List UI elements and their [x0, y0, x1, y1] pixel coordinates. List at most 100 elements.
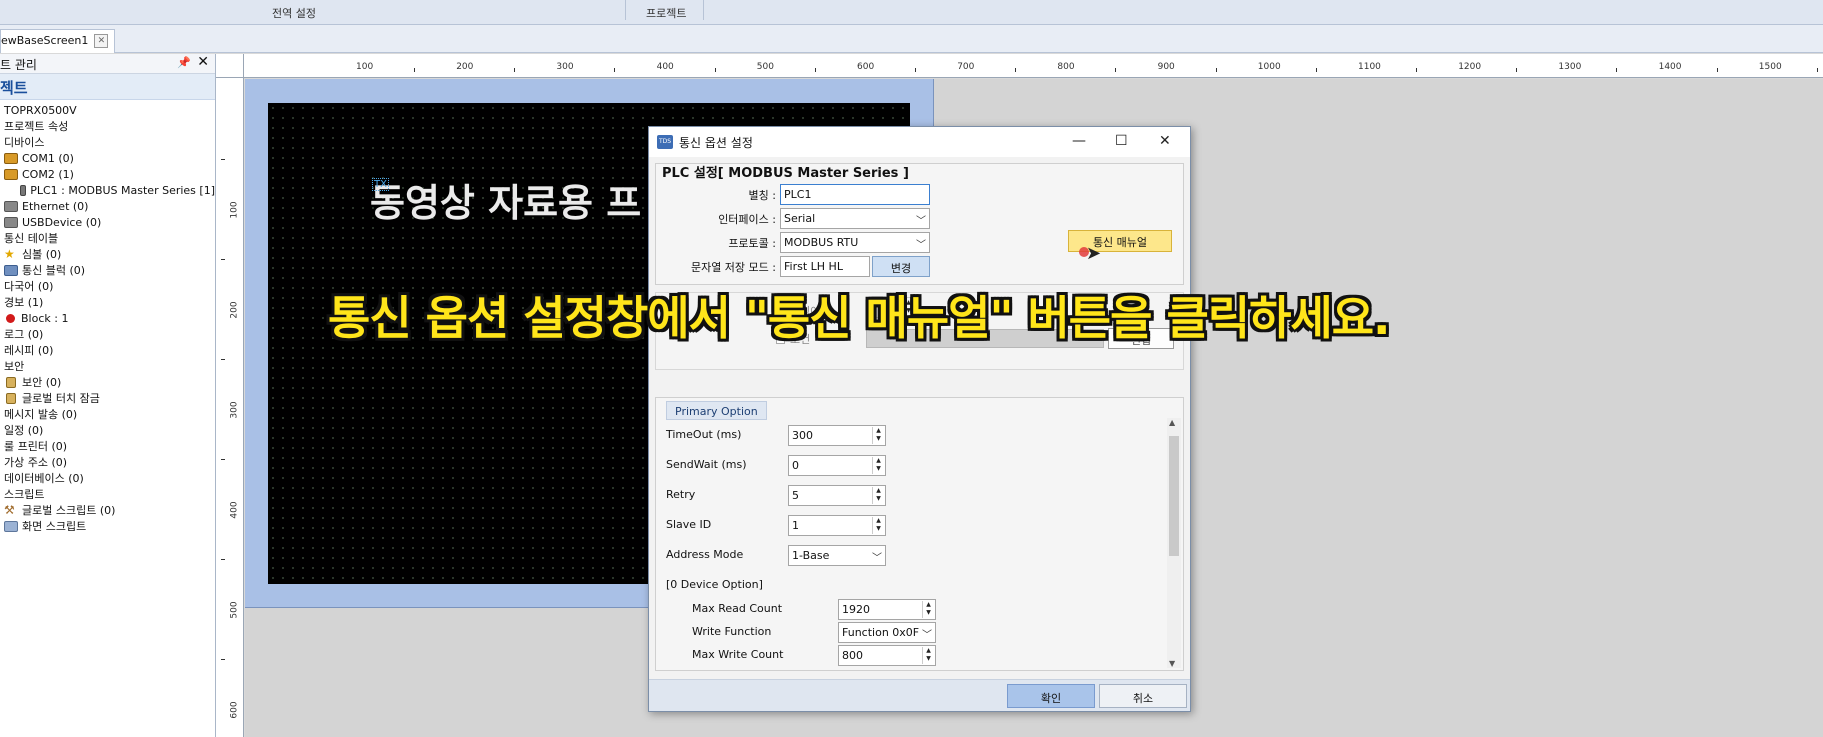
- ribbon-group-global-settings[interactable]: 전역 설정: [272, 5, 316, 21]
- tree-item[interactable]: 다국어 (0): [0, 278, 215, 294]
- tree-item[interactable]: PLC1 : MODBUS Master Series [1]: [0, 182, 215, 198]
- option-label: Max Write Count: [692, 648, 784, 661]
- option-spin-input[interactable]: 5 ▲ ▼: [788, 485, 886, 506]
- ruler-label: 900: [1157, 62, 1175, 72]
- tree-item[interactable]: 레시피 (0): [0, 342, 215, 358]
- option-spin-input[interactable]: 0 ▲ ▼: [788, 455, 886, 476]
- tree-item[interactable]: 디바이스: [0, 134, 215, 150]
- tree-item-label: 보안 (0): [22, 376, 62, 389]
- alarm-dot-icon: [6, 313, 15, 323]
- options-scrollbar[interactable]: ▲ ▼: [1167, 418, 1181, 668]
- string-mode-row: 문자열 저장 모드 : First LH HL 변경: [656, 256, 930, 277]
- tab-primary-option[interactable]: Primary Option: [666, 401, 767, 420]
- change-button[interactable]: 변경: [872, 256, 930, 277]
- ok-button[interactable]: 확인: [1007, 684, 1095, 708]
- maximize-icon[interactable]: ☐: [1115, 133, 1128, 149]
- tree-item[interactable]: USBDevice (0): [0, 214, 215, 230]
- option-value: Function 0x0F: [842, 626, 920, 639]
- tree-item[interactable]: 글로벌 터치 잠금: [0, 390, 215, 406]
- ruler-tick: [714, 68, 716, 72]
- canvas-text-object[interactable]: 동영상 자료용 프: [370, 172, 641, 227]
- scroll-up-icon[interactable]: ▲: [1169, 418, 1175, 427]
- tree-item[interactable]: 룰 프린터 (0): [0, 438, 215, 454]
- spin-arrows-icon[interactable]: ▲ ▼: [872, 487, 884, 504]
- ribbon-group-project[interactable]: 프로젝트: [646, 5, 686, 21]
- option-label: Retry: [666, 488, 696, 501]
- tree-item[interactable]: 경보 (1): [0, 294, 215, 310]
- tree-item[interactable]: COM2 (1): [0, 166, 215, 182]
- tree-item[interactable]: 메시지 발송 (0): [0, 406, 215, 422]
- option-spin-input[interactable]: 300 ▲ ▼: [788, 425, 886, 446]
- dialog-titlebar: TDS 통신 옵션 설정 — ☐ ✕: [649, 127, 1190, 157]
- option-select[interactable]: 1-Base ﹀: [788, 545, 886, 566]
- interface-select[interactable]: Serial ﹀: [780, 208, 930, 229]
- tree-item[interactable]: 통신 테이블: [0, 230, 215, 246]
- lock-icon: [6, 392, 16, 404]
- panel-close-icon[interactable]: ✕: [197, 54, 209, 70]
- scroll-thumb[interactable]: [1169, 436, 1179, 556]
- tree-item-label: Ethernet (0): [22, 199, 89, 213]
- tree-item[interactable]: 보안 (0): [0, 374, 215, 390]
- ruler-tick: [514, 68, 516, 72]
- ruler-label: 500: [756, 62, 774, 72]
- alias-row: 별칭 : PLC1: [656, 184, 930, 205]
- tab-close-icon[interactable]: ✕: [94, 34, 109, 48]
- spin-arrows-icon[interactable]: ▲ ▼: [922, 601, 934, 618]
- tree-item[interactable]: 보안: [0, 358, 215, 374]
- tree-item[interactable]: TOPRX0500V: [0, 102, 215, 118]
- tree-item[interactable]: Ethernet (0): [0, 198, 215, 214]
- ruler-label: 800: [1057, 62, 1075, 72]
- tree-item[interactable]: 통신 블럭 (0): [0, 262, 215, 278]
- ruler-tick: [1315, 68, 1317, 72]
- tree-item[interactable]: COM1 (0): [0, 150, 215, 166]
- tree-item[interactable]: 가상 주소 (0): [0, 454, 215, 470]
- app-icon: TDS: [657, 135, 673, 149]
- tree-item[interactable]: 로그 (0): [0, 326, 215, 342]
- com-port-icon: [4, 168, 18, 180]
- option-spin-input[interactable]: 800 ▲ ▼: [838, 645, 936, 666]
- spin-arrows-icon[interactable]: ▲ ▼: [872, 517, 884, 534]
- tree-item-label: 통신 테이블: [4, 232, 59, 245]
- alias-field[interactable]: PLC1: [780, 184, 930, 205]
- spin-arrows-icon[interactable]: ▲ ▼: [872, 457, 884, 474]
- ruler-label: 400: [656, 62, 674, 72]
- chevron-down-icon[interactable]: ﹀: [872, 549, 882, 564]
- tree-item[interactable]: 데이터베이스 (0): [0, 470, 215, 486]
- protocol-label: 프로토콜 :: [728, 236, 776, 250]
- close-icon[interactable]: ✕: [1159, 133, 1171, 149]
- plc-icon: [20, 184, 27, 196]
- option-spin-input[interactable]: 1920 ▲ ▼: [838, 599, 936, 620]
- tree-item[interactable]: ★ 심볼 (0): [0, 246, 215, 262]
- cancel-button[interactable]: 취소: [1099, 684, 1187, 708]
- spin-arrows-icon[interactable]: ▲ ▼: [872, 427, 884, 444]
- tree-item[interactable]: ⚒ 글로벌 스크립트 (0): [0, 502, 215, 518]
- chevron-down-icon[interactable]: ﹀: [922, 626, 932, 641]
- protocol-select[interactable]: MODBUS RTU ﹀: [780, 232, 930, 253]
- option-select[interactable]: Function 0x0F ﹀: [838, 622, 936, 643]
- minimize-icon[interactable]: —: [1072, 133, 1086, 149]
- tree-item[interactable]: 프로젝트 속성: [0, 118, 215, 134]
- ruler-label: 1000: [1257, 62, 1281, 72]
- scroll-down-icon[interactable]: ▼: [1169, 659, 1175, 668]
- option-value: 5: [792, 489, 799, 502]
- spin-arrows-icon[interactable]: ▲ ▼: [922, 647, 934, 664]
- tree-item[interactable]: 일정 (0): [0, 422, 215, 438]
- horizontal-ruler: 100 200 300 400 500 600 700 800 900 1000 1100 1200 1…: [216, 54, 1823, 78]
- document-tab-basescreen1[interactable]: ewBaseScreen1 ✕: [0, 29, 116, 53]
- interface-label: 인터페이스 :: [718, 212, 776, 226]
- tree-item[interactable]: 화면 스크립트: [0, 518, 215, 534]
- interface-row: 인터페이스 : Serial ﹀: [656, 208, 930, 229]
- protocol-row: 프로토콜 : MODBUS RTU ﹀: [656, 232, 930, 253]
- string-mode-field: First LH HL: [780, 256, 870, 277]
- ribbon-bar: 전역 설정 프로젝트: [0, 0, 1823, 25]
- tree-item[interactable]: 스크립트: [0, 486, 215, 502]
- tree-item-label: 글로벌 터치 잠금: [22, 392, 100, 405]
- vertical-ruler: 100 200 300 400 500 600: [216, 78, 244, 737]
- option-spin-input[interactable]: 1 ▲ ▼: [788, 515, 886, 536]
- dialog-title: 통신 옵션 설정: [679, 135, 753, 150]
- primary-option-group: Primary Option TimeOut (ms) 300 ▲ ▼ SendWait…: [655, 397, 1184, 671]
- tree-item[interactable]: Block : 1: [0, 310, 215, 326]
- pin-icon[interactable]: 📌: [177, 56, 191, 69]
- tree-item-label: 글로벌 스크립트 (0): [22, 504, 116, 517]
- device-option-header: [0 Device Option]: [666, 578, 763, 591]
